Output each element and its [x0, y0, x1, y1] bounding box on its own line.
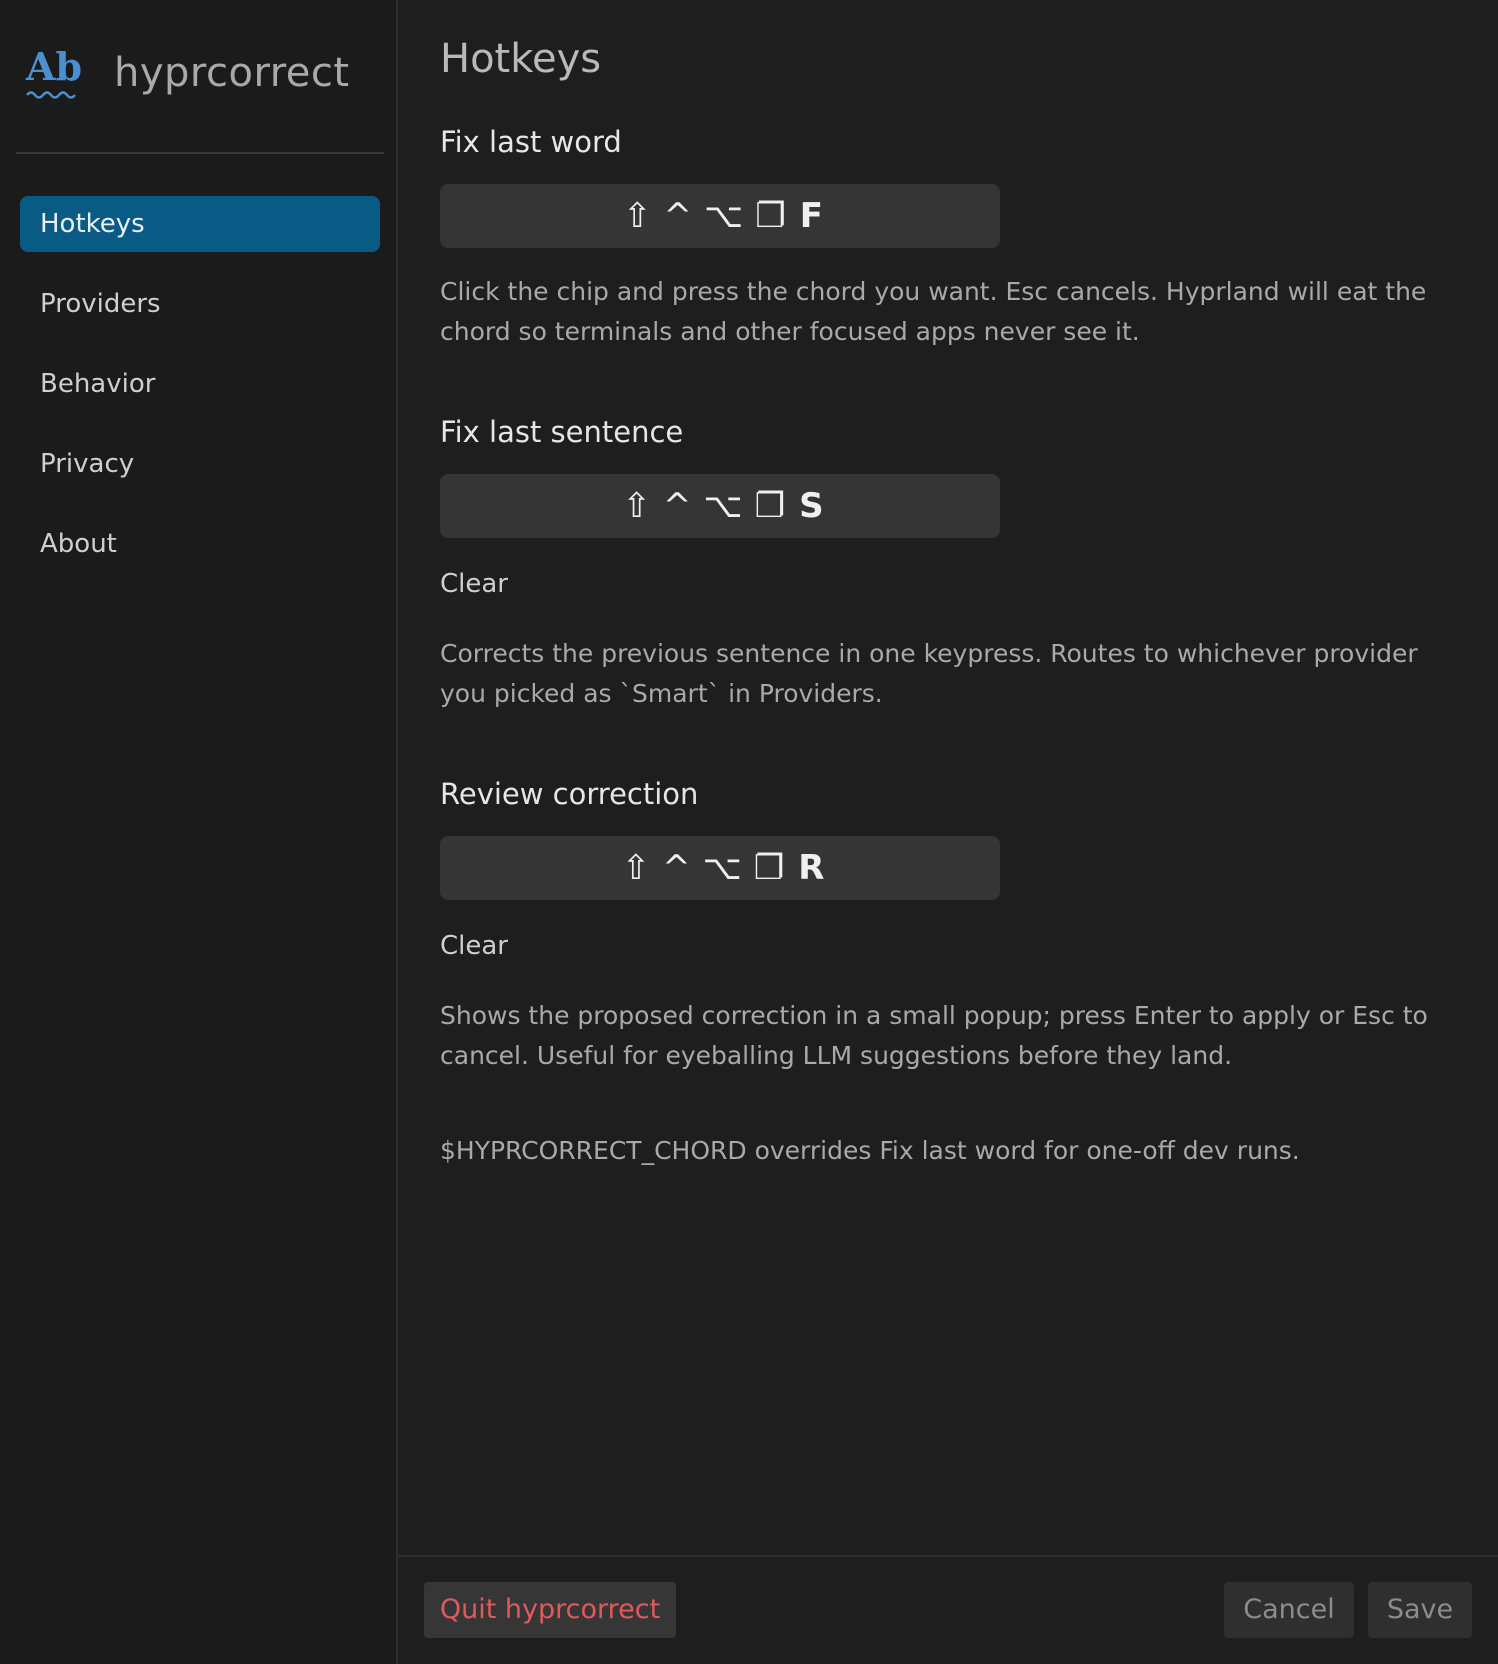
sidebar-item-hotkeys[interactable]: Hotkeys: [20, 196, 380, 252]
super-icon: ❐: [753, 848, 785, 888]
super-icon: ❐: [754, 486, 786, 526]
sidebar-item-about[interactable]: About: [20, 516, 380, 572]
hotkey-section-review-correction: Review correction ⇧ ^ ⌥ ❐ R Clear Shows …: [440, 774, 1460, 1076]
settings-window: Ab hyprcorrect Hotkeys Providers Behavio…: [0, 0, 1498, 1664]
app-logo-text: Ab: [26, 44, 83, 89]
sidebar-divider: [16, 152, 384, 154]
app-name: hyprcorrect: [114, 50, 350, 96]
shift-icon: ⇧: [623, 196, 652, 236]
chord-key: R: [798, 848, 825, 888]
chord-key: S: [799, 486, 824, 526]
section-title: Fix last word: [440, 125, 622, 159]
quit-button[interactable]: Quit hyprcorrect: [424, 1582, 676, 1638]
sidebar-item-privacy[interactable]: Privacy: [20, 436, 380, 492]
section-title: Fix last sentence: [440, 415, 684, 449]
cancel-button[interactable]: Cancel: [1224, 1582, 1354, 1638]
env-override-note: $HYPRCORRECT_CHORD overrides Fix last wo…: [440, 1136, 1300, 1165]
section-title: Review correction: [440, 777, 699, 811]
sidebar-item-behavior[interactable]: Behavior: [20, 356, 380, 412]
chord-key: F: [799, 196, 823, 236]
chord-chip-fix-last-sentence[interactable]: ⇧ ^ ⌥ ❐ S: [440, 474, 1000, 538]
sidebar: Ab hyprcorrect Hotkeys Providers Behavio…: [0, 0, 398, 1664]
clear-button[interactable]: Clear: [440, 926, 1460, 966]
sidebar-item-providers[interactable]: Providers: [20, 276, 380, 332]
control-icon: ^: [663, 196, 693, 236]
option-icon: ⌥: [702, 848, 742, 888]
squiggle-underline-icon: [26, 91, 76, 99]
chord-chip-fix-last-word[interactable]: ⇧ ^ ⌥ ❐ F: [440, 184, 1000, 248]
control-icon: ^: [662, 486, 692, 526]
footer-divider: [398, 1555, 1498, 1557]
save-button[interactable]: Save: [1368, 1582, 1472, 1638]
main-panel: Hotkeys Fix last word ⇧ ^ ⌥ ❐ F Click th…: [398, 0, 1498, 1664]
hotkey-section-fix-last-sentence: Fix last sentence ⇧ ^ ⌥ ❐ S Clear Correc…: [440, 412, 1460, 714]
page-title: Hotkeys: [440, 36, 602, 82]
option-icon: ⌥: [703, 486, 743, 526]
hotkey-section-fix-last-word: Fix last word ⇧ ^ ⌥ ❐ F Click the chip a…: [440, 122, 1460, 352]
shift-icon: ⇧: [622, 486, 651, 526]
super-icon: ❐: [755, 196, 786, 236]
brand: Ab hyprcorrect: [26, 38, 350, 108]
section-help-text: Shows the proposed correction in a small…: [440, 1001, 1428, 1070]
section-help-text: Click the chip and press the chord you w…: [440, 277, 1427, 346]
control-icon: ^: [662, 848, 691, 888]
option-icon: ⌥: [704, 196, 744, 236]
shift-icon: ⇧: [621, 848, 651, 888]
chord-chip-review-correction[interactable]: ⇧ ^ ⌥ ❐ R: [440, 836, 1000, 900]
sidebar-nav: Hotkeys Providers Behavior Privacy About: [20, 196, 380, 596]
clear-button[interactable]: Clear: [440, 564, 1460, 604]
app-logo-icon: Ab: [26, 42, 82, 104]
section-help-text: Corrects the previous sentence in one ke…: [440, 639, 1418, 708]
